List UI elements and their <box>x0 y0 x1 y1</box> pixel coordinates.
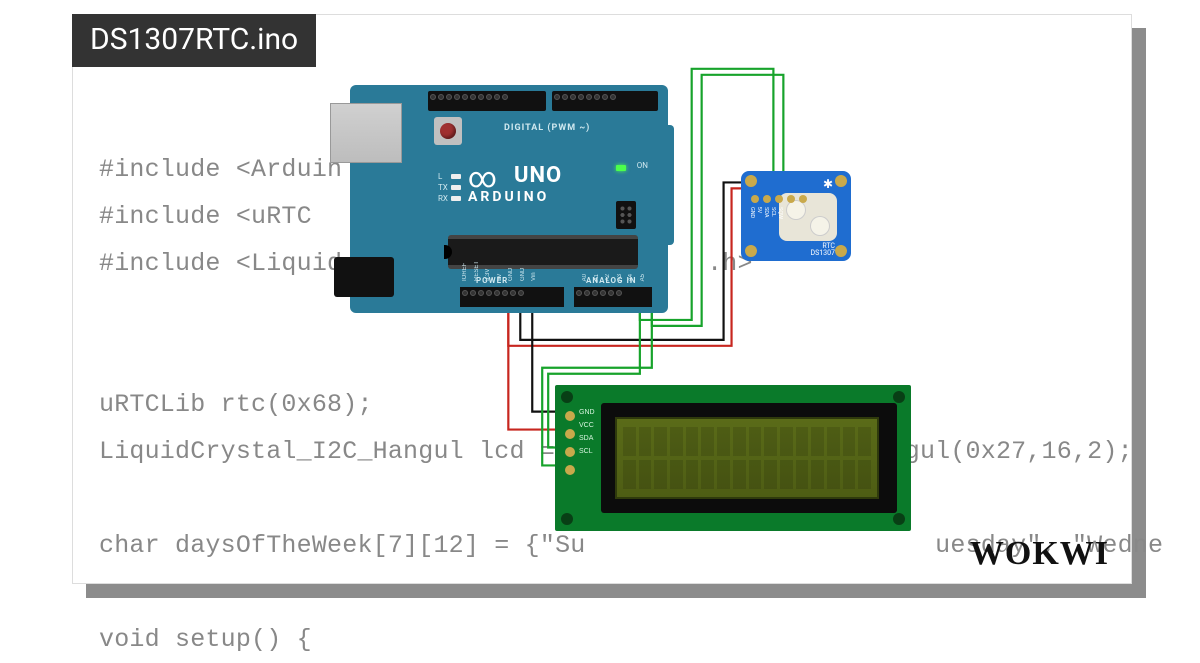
code-line: #include <uRTC <box>99 202 312 231</box>
code-line: char daysOfTheWeek[7][12] = {"Su <box>99 531 585 560</box>
code-line: #include <Liquid <box>99 249 342 278</box>
code-line: void setup() { <box>99 625 312 654</box>
code-line: uRTCLib rtc(0x68); <box>99 390 373 419</box>
code-line: .h> <box>707 249 753 278</box>
file-title: DS1307RTC.ino <box>72 14 316 67</box>
wokwi-brand: WOKWI <box>970 535 1109 573</box>
code-line: #include <Arduin <box>99 155 342 184</box>
code-line: LiquidCrystal_I2C_Hangul lcd = L <box>99 437 585 466</box>
code-preview: #include <Arduin #include <uRTC #include… <box>99 99 1163 663</box>
project-card: DS1307RTC.ino #include <Arduin #include … <box>72 14 1132 584</box>
code-line: iquidCrystal_I2C_Hangul(0x27,16,2); <box>601 437 1133 466</box>
